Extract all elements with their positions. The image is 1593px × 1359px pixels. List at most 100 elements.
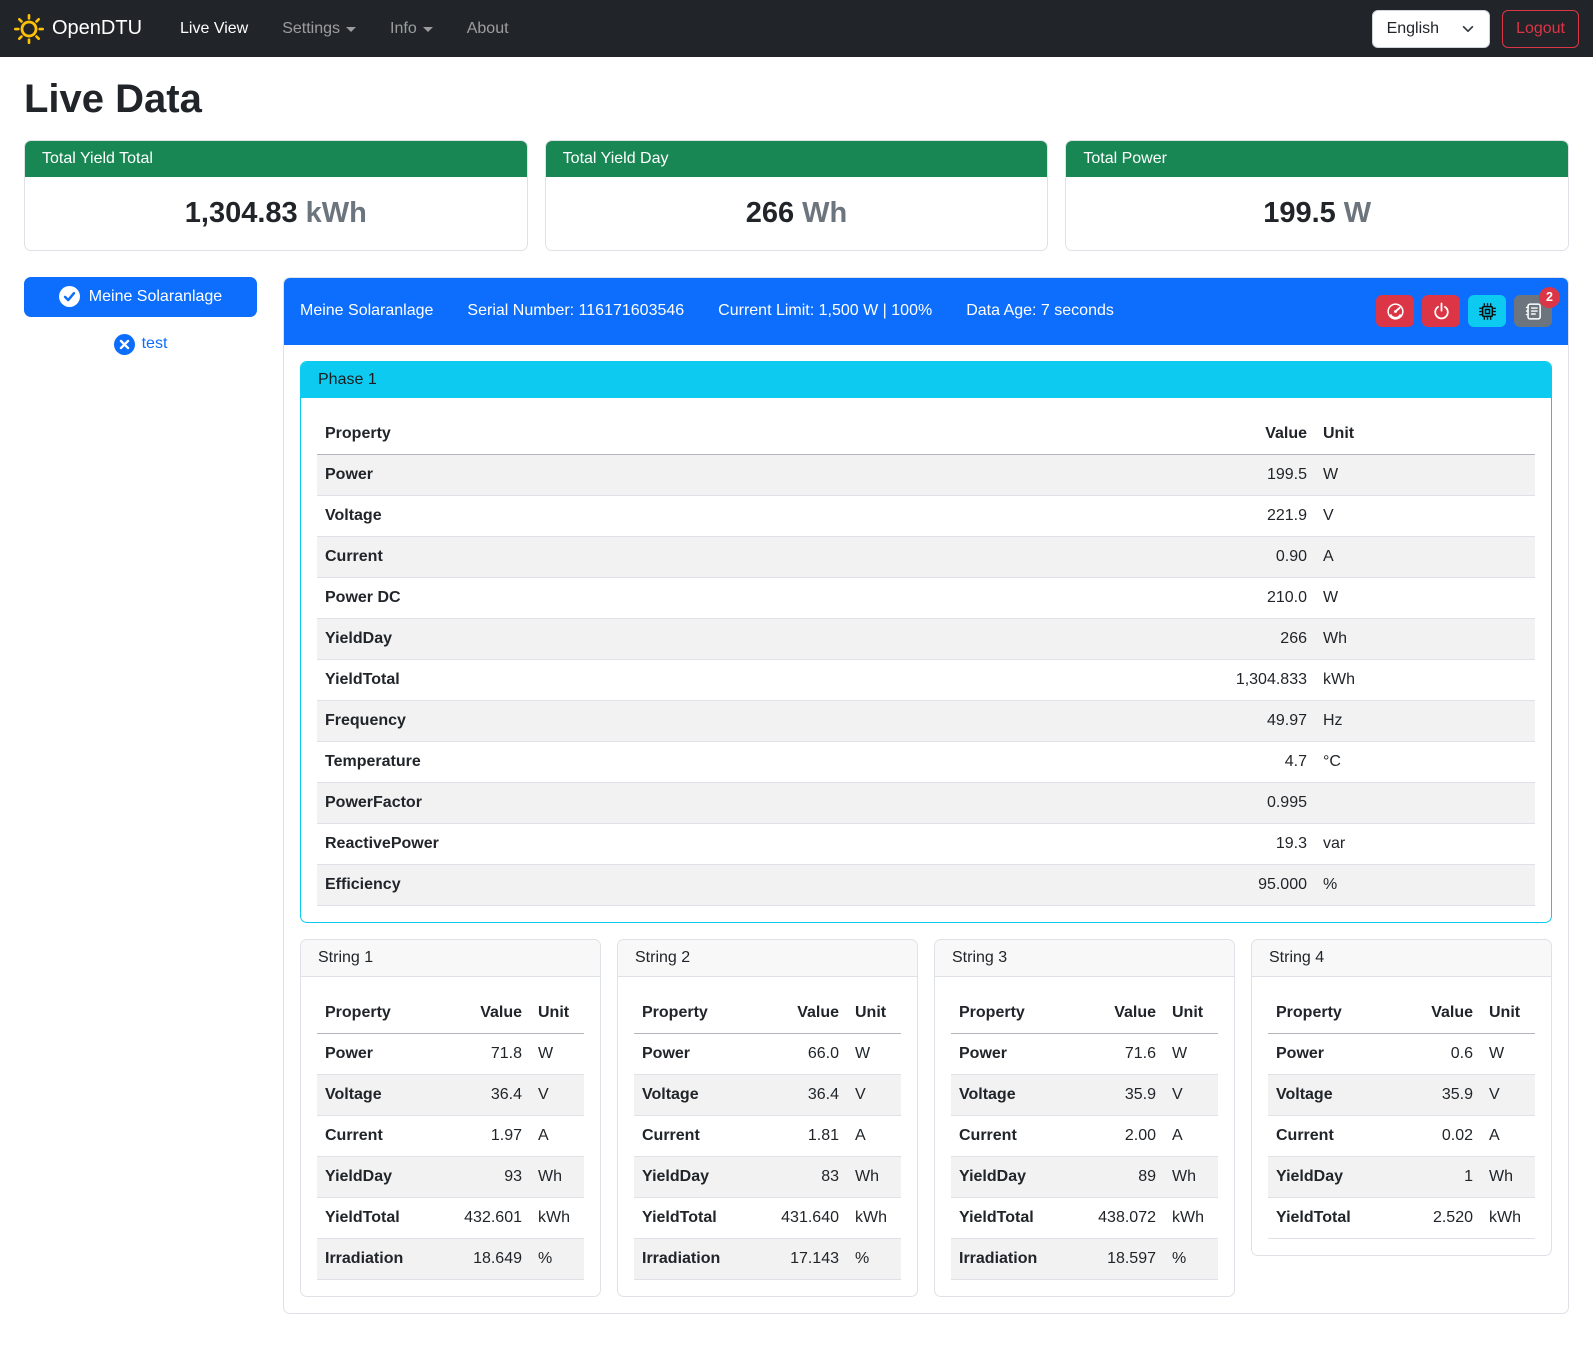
value-cell: 2.520 [1389,1197,1481,1238]
property-cell: YieldTotal [317,1197,438,1238]
table-row: Voltage35.9V [951,1074,1218,1115]
value-cell: 36.4 [438,1074,530,1115]
inverter-item-label: test [142,335,168,353]
table-row: Power0.6W [1268,1033,1535,1074]
summary-card-value: 199.5 [1263,197,1336,229]
value-cell: 18.597 [1072,1238,1164,1279]
value-cell: 210.0 [1175,577,1315,618]
value-cell: 71.6 [1072,1033,1164,1074]
unit-cell: A [1164,1115,1218,1156]
table-row: Power199.5W [317,454,1535,495]
property-cell: Current [951,1115,1072,1156]
summary-card-title: Total Yield Day [546,141,1048,177]
table-row: Current0.90A [317,536,1535,577]
unit-cell: kWh [847,1197,901,1238]
property-cell: Power [951,1033,1072,1074]
nav-item-label: Info [390,20,417,38]
value-cell: 17.143 [755,1238,847,1279]
table-row: Current0.02A [1268,1115,1535,1156]
column-header-property: Property [1268,993,1389,1034]
value-cell: 49.97 [1175,700,1315,741]
table-row: Irradiation18.597% [951,1238,1218,1279]
value-cell: 19.3 [1175,823,1315,864]
property-cell: Irradiation [951,1238,1072,1279]
table-row: Frequency49.97Hz [317,700,1535,741]
property-cell: Voltage [317,1074,438,1115]
string-table: Property Value Unit Power71.8WVoltage36.… [317,993,584,1280]
value-cell: 1 [1389,1156,1481,1197]
table-row: Power71.8W [317,1033,584,1074]
table-row: Temperature4.7°C [317,741,1535,782]
nav-item-label: About [467,20,509,38]
value-cell: 0.90 [1175,536,1315,577]
value-cell: 71.8 [438,1033,530,1074]
column-header-value: Value [755,993,847,1034]
property-cell: Power [634,1033,755,1074]
table-row: Irradiation17.143% [634,1238,901,1279]
property-cell: Irradiation [634,1238,755,1279]
value-cell: 1,304.833 [1175,659,1315,700]
column-header-value: Value [1175,414,1315,455]
property-cell: Power [317,1033,438,1074]
unit-cell: kWh [530,1197,584,1238]
phase-card-title: Phase 1 [301,362,1551,398]
column-header-value: Value [438,993,530,1034]
brand[interactable]: OpenDTU [14,14,142,44]
check-circle-icon [59,286,80,307]
nav-item-about[interactable]: About [453,12,523,46]
unit-cell: var [1315,823,1535,864]
string-table: Property Value Unit Power0.6WVoltage35.9… [1268,993,1535,1239]
value-cell: 36.4 [755,1074,847,1115]
table-row: ReactivePower19.3var [317,823,1535,864]
chevron-down-icon [423,27,433,32]
value-cell: 0.02 [1389,1115,1481,1156]
value-cell: 35.9 [1389,1074,1481,1115]
table-row: Voltage221.9V [317,495,1535,536]
unit-cell: A [530,1115,584,1156]
value-cell: 4.7 [1175,741,1315,782]
inverter-item-test[interactable]: test [24,334,257,355]
logout-button[interactable]: Logout [1502,10,1579,48]
summary-card-yield-total: Total Yield Total 1,304.83kWh [24,140,528,251]
summary-card-value: 266 [746,197,794,229]
nav-item-live-view[interactable]: Live View [166,12,262,46]
inverter-panel-header: Meine Solaranlage Serial Number: 1161716… [284,278,1568,345]
language-select[interactable]: English [1372,10,1490,48]
string-card-4: String 4 Property Value Unit Power0.6WVo… [1251,939,1552,1256]
property-cell: Current [317,536,1175,577]
unit-cell: W [1164,1033,1218,1074]
column-header-unit: Unit [1164,993,1218,1034]
unit-cell: Wh [1164,1156,1218,1197]
power-toggle-button[interactable] [1422,295,1460,327]
unit-cell: Wh [530,1156,584,1197]
cpu-icon [1478,302,1497,321]
column-header-unit: Unit [530,993,584,1034]
summary-card-title: Total Yield Total [25,141,527,177]
nav-item-label: Live View [180,20,248,38]
summary-cards-row: Total Yield Total 1,304.83kWh Total Yiel… [24,140,1569,251]
value-cell: 221.9 [1175,495,1315,536]
unit-cell: A [1481,1115,1535,1156]
string-table: Property Value Unit Power66.0WVoltage36.… [634,993,901,1280]
limit-settings-button[interactable] [1376,295,1414,327]
summary-card-unit: W [1344,197,1371,229]
unit-cell: V [1315,495,1535,536]
value-cell: 438.072 [1072,1197,1164,1238]
property-cell: Current [317,1115,438,1156]
unit-cell [1315,782,1535,823]
unit-cell: V [1481,1074,1535,1115]
unit-cell: W [1315,577,1535,618]
nav-item-info[interactable]: Info [376,12,447,46]
table-row: YieldDay89Wh [951,1156,1218,1197]
event-log-button[interactable]: 2 [1514,295,1552,327]
table-row: Power DC210.0W [317,577,1535,618]
table-row: YieldTotal432.601kWh [317,1197,584,1238]
property-cell: YieldDay [317,1156,438,1197]
language-value: English [1387,20,1439,38]
inverter-select-button[interactable]: Meine Solaranlage [24,277,257,317]
unit-cell: °C [1315,741,1535,782]
nav-item-settings[interactable]: Settings [268,12,370,46]
value-cell: 199.5 [1175,454,1315,495]
device-info-button[interactable] [1468,295,1506,327]
table-row: YieldDay83Wh [634,1156,901,1197]
